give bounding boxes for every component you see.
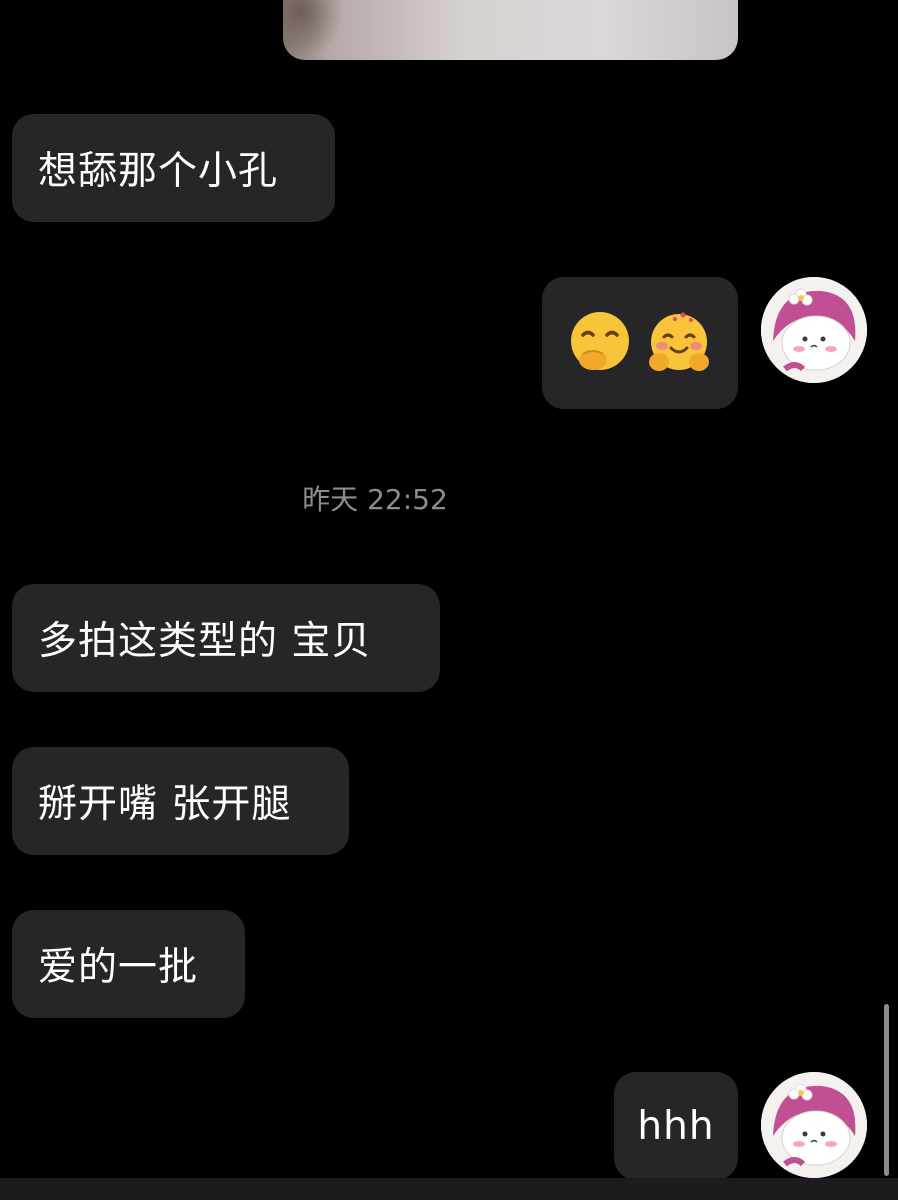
message-bubble-4[interactable]: 爱的一批 [12, 910, 245, 1018]
message-text: 想舔那个小孔 [38, 149, 279, 194]
message-text: 多拍这类型的 宝贝 [38, 619, 372, 664]
pink-hood-character-icon [761, 277, 867, 383]
chat-photo-message[interactable] [283, 0, 738, 60]
message-text: hhh [637, 1103, 715, 1149]
input-bar-edge [0, 1178, 898, 1200]
message-bubble-3[interactable]: 掰开嘴 张开腿 [12, 747, 349, 855]
chat-timestamp: 昨天 22:52 [302, 483, 448, 516]
scrollbar[interactable] [884, 1004, 889, 1176]
avatar[interactable] [761, 1072, 867, 1178]
blushing-hugging-emoji [649, 312, 709, 371]
hand-over-mouth-emoji [571, 312, 629, 370]
photo-shade [283, 0, 343, 60]
message-bubble-hhh[interactable]: hhh [614, 1072, 738, 1180]
message-bubble-2[interactable]: 多拍这类型的 宝贝 [12, 584, 440, 692]
pink-hood-character-icon [761, 1072, 867, 1178]
message-text: 掰开嘴 张开腿 [38, 782, 292, 827]
message-bubble-emoji[interactable] [542, 277, 738, 409]
message-text: 爱的一批 [38, 945, 199, 990]
message-bubble-1[interactable]: 想舔那个小孔 [12, 114, 335, 222]
avatar[interactable] [761, 277, 867, 383]
